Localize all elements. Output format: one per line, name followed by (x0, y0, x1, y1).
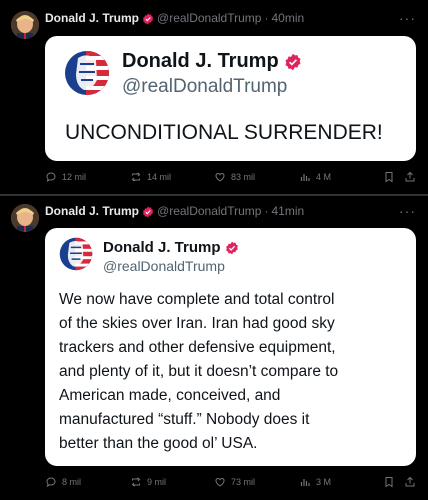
more-icon[interactable]: ··· (399, 203, 416, 219)
reply-button[interactable]: 8 mil (45, 476, 81, 488)
author-handle[interactable]: @realDonaldTrump (157, 11, 261, 25)
bookmark-button[interactable] (383, 171, 395, 183)
card-post-text: UNCONDITIONAL SURRENDER! (65, 121, 383, 144)
views-button[interactable]: 4 M (299, 171, 331, 183)
card-text-line: and plenty of it, but it doesn’t compare… (59, 363, 339, 380)
card-author-handle: @realDonaldTrump (103, 258, 225, 274)
card-post-text: We now have complete and total control o… (59, 288, 409, 456)
post-header: Donald J. Trump @realDonaldTrump · 41min (45, 204, 304, 218)
author-name[interactable]: Donald J. Trump (45, 204, 139, 218)
views-icon (300, 479, 310, 486)
views-icon (300, 174, 310, 181)
card-avatar (64, 50, 110, 96)
reply-count: 8 mil (62, 477, 82, 487)
like-icon (215, 477, 225, 487)
author-handle[interactable]: @realDonaldTrump (157, 204, 261, 218)
repost-icon (131, 477, 141, 487)
card-name-text: Donald J. Trump (122, 50, 279, 72)
card-text-line: American made, conceived, and (59, 387, 281, 404)
post-image-card[interactable]: Donald J. Trump @realDonaldTrump We now … (45, 228, 416, 466)
like-count: 83 mil (231, 172, 256, 182)
time-separator: · (264, 204, 269, 218)
author-name[interactable]: Donald J. Trump (45, 11, 139, 25)
post-1[interactable]: Donald J. Trump @realDonaldTrump · 40min… (0, 0, 428, 194)
reply-count: 12 mil (62, 172, 87, 182)
author-avatar[interactable] (11, 11, 39, 39)
share-icon (405, 476, 415, 487)
card-author-name: Donald J. Trump (103, 239, 239, 256)
verified-badge-icon (142, 205, 154, 218)
card-text-line: manufactured “stuff.” Nobody does it (59, 411, 310, 428)
card-author-handle: @realDonaldTrump (122, 76, 288, 97)
card-text-line: trackers and other defensive equipment, (59, 339, 336, 356)
more-icon[interactable]: ··· (399, 10, 416, 26)
card-text-line: better than the good ol’ USA. (59, 435, 258, 452)
like-button[interactable]: 73 mil (214, 476, 255, 488)
post-time[interactable]: 41min (271, 204, 304, 218)
like-icon (215, 172, 225, 182)
post-header: Donald J. Trump @realDonaldTrump · 40min (45, 11, 304, 25)
share-button[interactable] (404, 476, 416, 488)
card-name-text: Donald J. Trump (103, 239, 221, 256)
post-image-card[interactable]: Donald J. Trump @realDonaldTrump UNCONDI… (45, 36, 416, 161)
bookmark-icon (385, 477, 393, 488)
bookmark-button[interactable] (383, 476, 395, 488)
like-count: 73 mil (231, 477, 256, 487)
like-button[interactable]: 83 mil (214, 171, 255, 183)
share-button[interactable] (404, 171, 416, 183)
reply-icon (46, 172, 56, 183)
repost-button[interactable]: 9 mil (130, 476, 166, 488)
card-text-line: We now have complete and total control (59, 291, 335, 308)
time-separator: · (264, 11, 269, 25)
repost-count: 9 mil (147, 477, 167, 487)
post-time[interactable]: 40min (271, 11, 304, 25)
author-avatar[interactable] (11, 204, 39, 232)
bookmark-icon (385, 172, 393, 183)
card-author-name: Donald J. Trump (122, 50, 302, 73)
views-count: 3 M (316, 477, 332, 487)
post-actions: 8 mil 9 mil 73 mil 3 M (45, 476, 416, 492)
repost-icon (131, 172, 141, 182)
post-2[interactable]: Donald J. Trump @realDonaldTrump · 41min… (0, 196, 428, 500)
reply-button[interactable]: 12 mil (45, 171, 86, 183)
reply-icon (46, 477, 56, 488)
views-count: 4 M (316, 172, 332, 182)
card-avatar (59, 237, 93, 271)
views-button[interactable]: 3 M (299, 476, 331, 488)
verified-badge-icon (284, 53, 302, 71)
repost-button[interactable]: 14 mil (130, 171, 171, 183)
verified-badge-icon (142, 12, 154, 25)
share-icon (405, 171, 415, 182)
card-text-line: of the skies over Iran. Iran had good sk… (59, 315, 335, 332)
post-actions: 12 mil 14 mil 83 mil 4 M (45, 171, 416, 187)
verified-badge-icon (225, 241, 239, 255)
repost-count: 14 mil (147, 172, 172, 182)
